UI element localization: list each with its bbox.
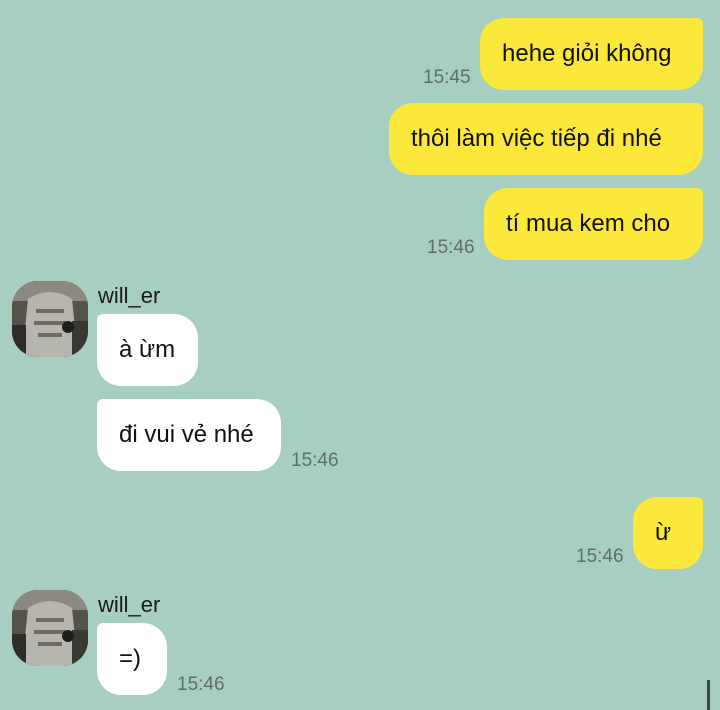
incoming-message-bubble[interactable]: à ừm	[97, 314, 198, 386]
contact-avatar[interactable]	[12, 590, 88, 666]
message-timestamp: 15:46	[427, 237, 475, 258]
user-avatar-photo-icon	[12, 590, 88, 666]
outgoing-message-bubble[interactable]: ừ	[633, 497, 703, 569]
sender-name: will_er	[98, 592, 161, 617]
outgoing-message-bubble[interactable]: thôi làm việc tiếp đi nhé	[389, 103, 703, 175]
chat-thread: hehe giỏi không 15:45 thôi làm việc tiếp…	[0, 0, 720, 710]
user-avatar-photo-icon	[12, 281, 88, 357]
incoming-message-bubble[interactable]: đi vui vẻ nhé	[97, 399, 281, 471]
outgoing-message-bubble[interactable]: hehe giỏi không	[480, 18, 703, 90]
sender-name: will_er	[98, 283, 161, 308]
outgoing-message-bubble[interactable]: tí mua kem cho	[484, 188, 703, 260]
message-timestamp: 15:46	[291, 450, 339, 471]
incoming-message-bubble[interactable]: =)	[97, 623, 167, 695]
scrollbar[interactable]	[707, 680, 710, 710]
message-timestamp: 15:46	[177, 674, 225, 695]
message-timestamp: 15:45	[423, 67, 471, 88]
message-timestamp: 15:46	[576, 546, 624, 567]
contact-avatar[interactable]	[12, 281, 88, 357]
